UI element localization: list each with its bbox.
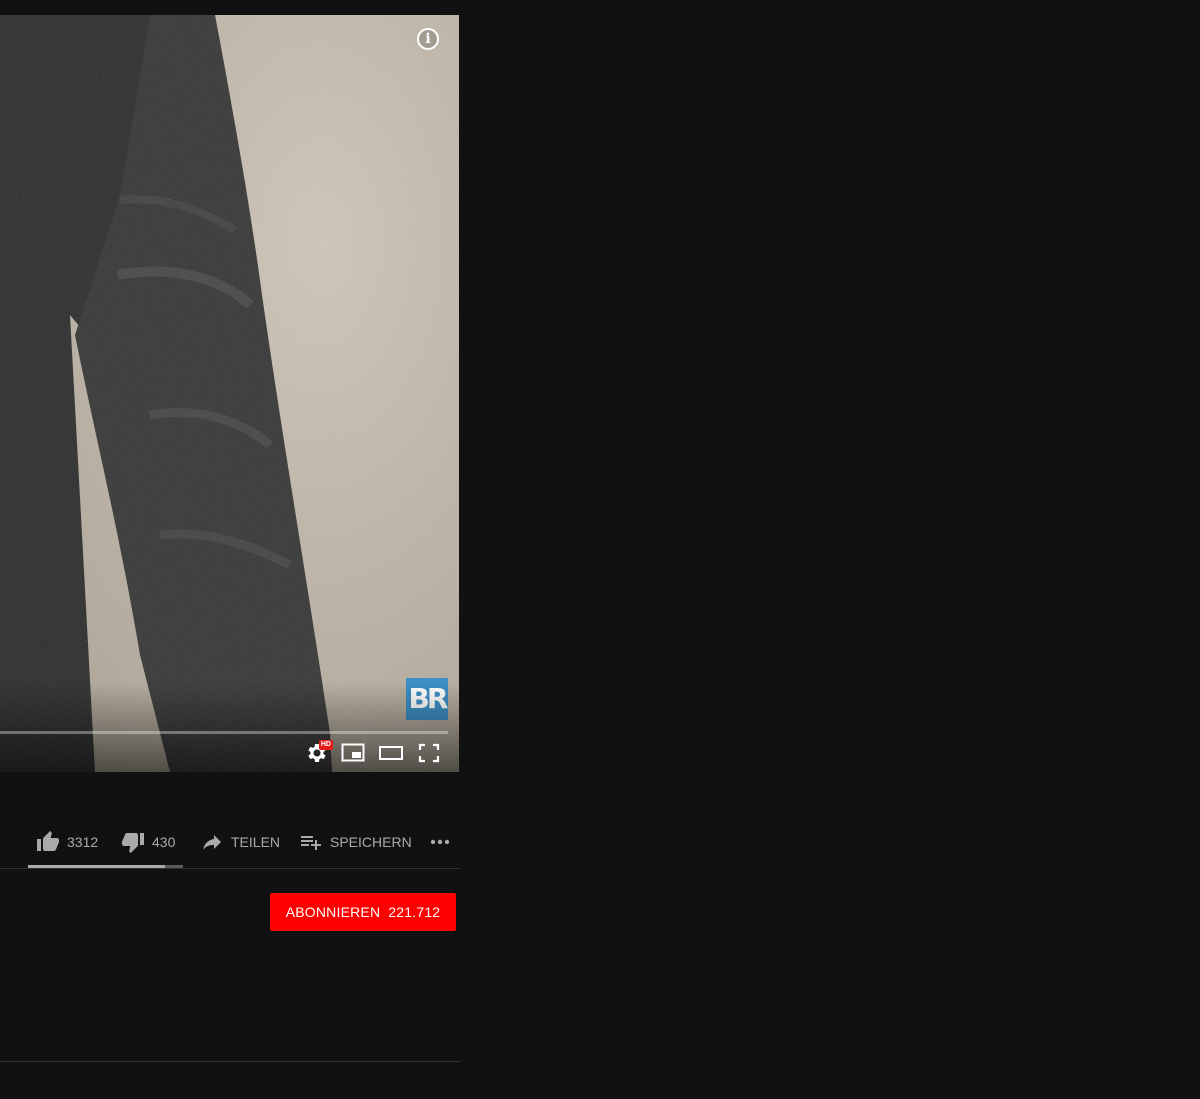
video-player[interactable]: i BR HD <box>0 15 459 772</box>
like-ratio-fill <box>28 865 166 868</box>
miniplayer-icon <box>341 743 365 762</box>
video-actions-bar: 3312 430 TEILEN SPEICHERN <box>0 818 461 869</box>
share-arrow-icon <box>203 835 221 850</box>
dislike-count: 430 <box>152 834 176 850</box>
thumbs-up-icon <box>37 831 59 851</box>
save-button[interactable]: SPEICHERN <box>299 830 412 854</box>
like-dislike-ratio-bar <box>28 865 183 868</box>
miniplayer-button[interactable] <box>340 741 366 765</box>
fullscreen-button[interactable] <box>416 741 442 765</box>
subscriber-count: 221.712 <box>388 904 441 920</box>
hd-badge: HD <box>318 740 333 750</box>
theater-mode-button[interactable] <box>378 741 404 765</box>
subscribe-label: ABONNIEREN <box>285 904 381 920</box>
page: i BR HD <box>0 0 1200 1099</box>
like-count: 3312 <box>67 834 99 850</box>
thumbs-down-icon <box>122 833 144 853</box>
theater-mode-icon <box>379 746 403 760</box>
progress-bar[interactable] <box>0 731 448 734</box>
share-button[interactable]: TEILEN <box>200 830 280 854</box>
subscribe-button[interactable]: ABONNIEREN 221.712 <box>270 893 456 931</box>
share-label: TEILEN <box>231 834 281 850</box>
section-divider <box>0 1061 461 1062</box>
more-actions-button[interactable] <box>428 830 452 854</box>
video-frame-figure <box>0 15 459 772</box>
dislike-button[interactable]: 430 <box>121 830 175 854</box>
more-horizontal-icon <box>430 839 450 845</box>
settings-button[interactable]: HD <box>303 740 333 765</box>
info-icon[interactable]: i <box>417 28 439 50</box>
like-button[interactable]: 3312 <box>36 830 98 854</box>
save-label: SPEICHERN <box>330 834 412 850</box>
fullscreen-icon <box>418 743 440 763</box>
playlist-add-icon <box>301 836 321 850</box>
